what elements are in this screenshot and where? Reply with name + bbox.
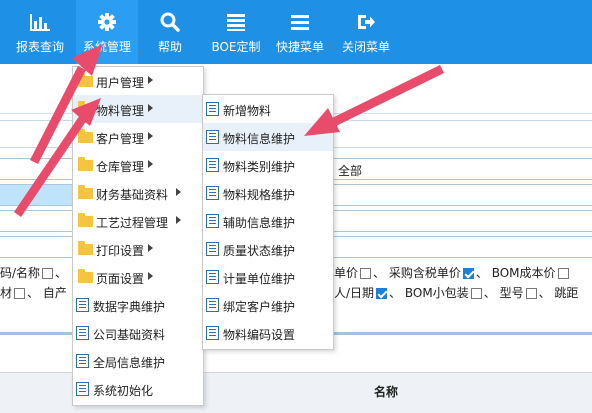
annotation-arrows: [14, 44, 444, 217]
annotation-arrow-to-material-info: [304, 65, 444, 136]
